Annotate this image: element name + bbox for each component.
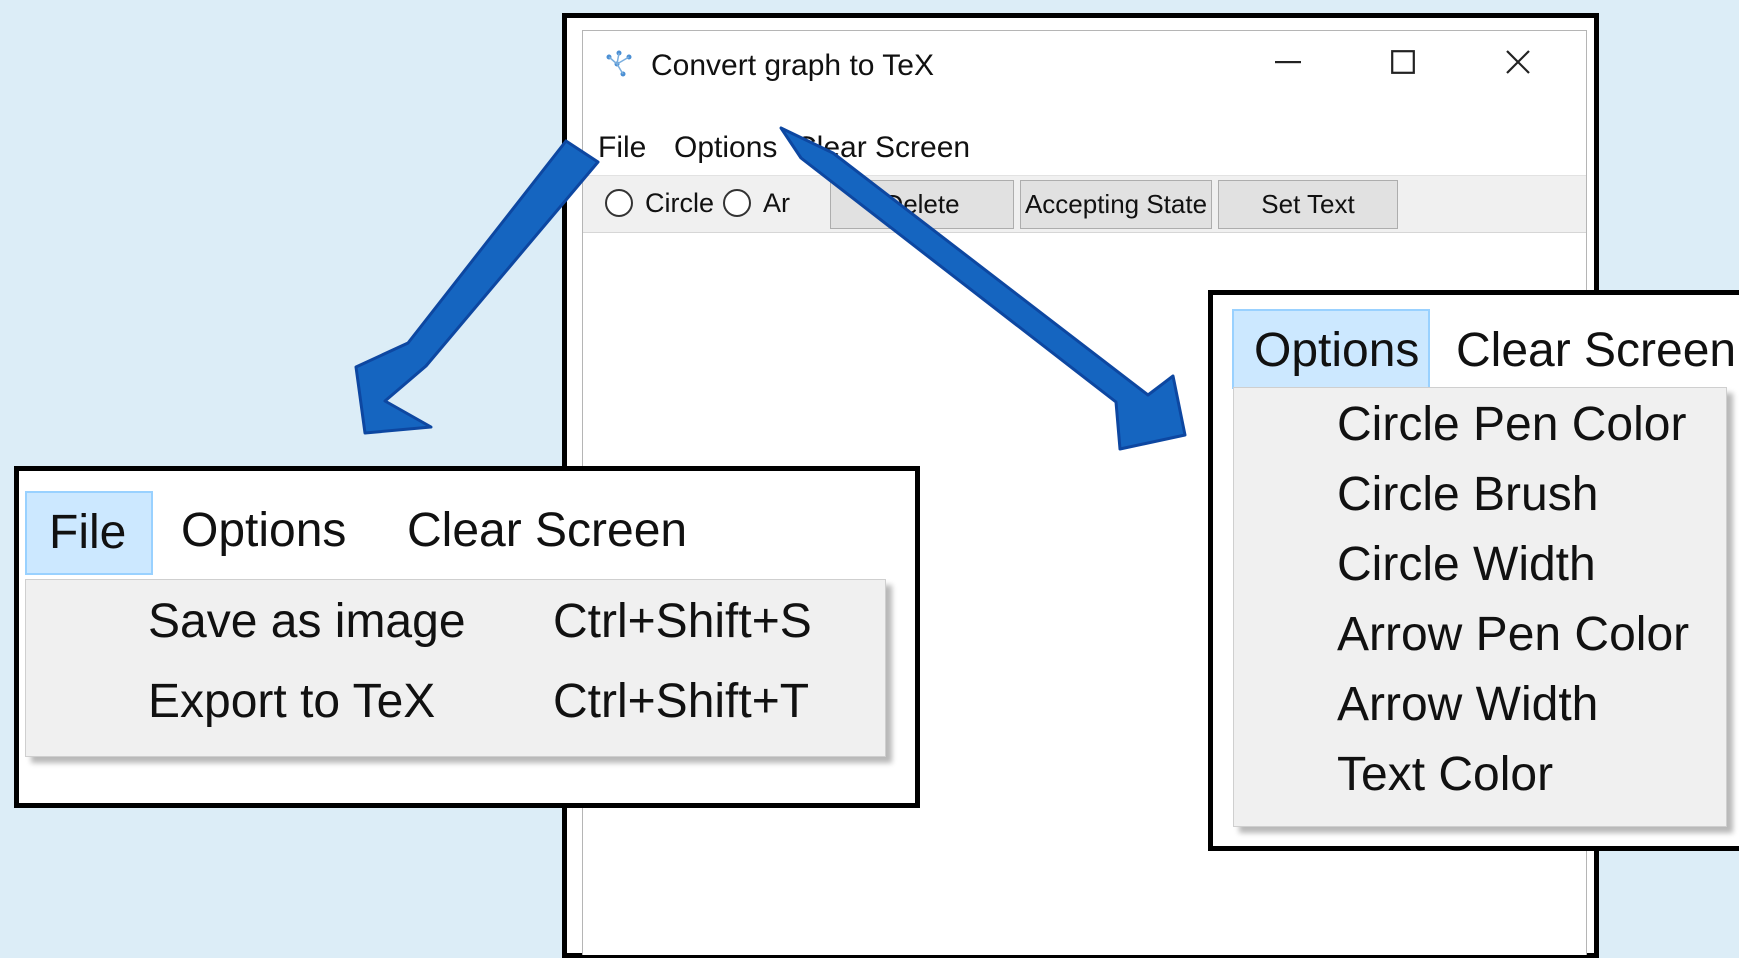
maximize-icon	[1391, 50, 1415, 74]
close-icon	[1506, 50, 1530, 74]
menu-item-export-to-tex[interactable]: Export to TeX Ctrl+Shift+T	[26, 664, 885, 744]
close-button[interactable]	[1488, 37, 1548, 87]
menu-item-shortcut: Ctrl+Shift+S	[553, 595, 812, 648]
circle-radio-label: Circle	[645, 188, 715, 218]
menu-item-label: Text Color	[1337, 748, 1554, 801]
arrow-radio-label: Ar	[763, 188, 790, 218]
minimize-icon	[1275, 61, 1301, 64]
menu-clear-screen[interactable]: Clear Screen	[1456, 323, 1736, 378]
menu-item-arrow-pen-color[interactable]: Arrow Pen Color	[1234, 600, 1726, 670]
minimize-button[interactable]	[1258, 37, 1318, 87]
menu-item-label: Arrow Width	[1337, 678, 1599, 731]
title-bar: Convert graph to TeX	[583, 31, 1586, 93]
set-text-button[interactable]: Set Text	[1218, 180, 1398, 229]
callout-menu-bar: File Options Clear Screen	[19, 471, 915, 581]
menu-item-circle-brush[interactable]: Circle Brush	[1234, 460, 1726, 530]
options-menu-callout: Options Clear Screen Circle Pen Color Ci…	[1208, 290, 1739, 851]
accepting-state-button[interactable]: Accepting State	[1020, 180, 1212, 229]
menu-bar: File Options Clear Screen	[583, 125, 1586, 173]
graph-app-icon	[603, 49, 635, 79]
menu-options[interactable]: Options	[674, 131, 777, 165]
delete-button[interactable]: Delete	[830, 180, 1014, 229]
window-title: Convert graph to TeX	[651, 49, 934, 82]
menu-item-save-as-image[interactable]: Save as image Ctrl+Shift+S	[26, 584, 885, 664]
menu-item-label: Arrow Pen Color	[1337, 608, 1690, 661]
menu-item-shortcut: Ctrl+Shift+T	[553, 675, 810, 728]
menu-file[interactable]: File	[598, 131, 646, 165]
menu-item-label: Save as image	[148, 595, 466, 648]
menu-item-label: Circle Width	[1337, 538, 1596, 591]
menu-file-highlighted[interactable]: File	[25, 491, 153, 575]
menu-options-label: Options	[1254, 324, 1420, 377]
menu-item-circle-pen-color[interactable]: Circle Pen Color	[1234, 390, 1726, 460]
toolbar: Circle Ar Delete Accepting State Set Tex…	[583, 175, 1586, 233]
menu-item-circle-width[interactable]: Circle Width	[1234, 530, 1726, 600]
menu-item-label: Circle Pen Color	[1337, 398, 1687, 451]
menu-clear-screen[interactable]: Clear Screen	[795, 131, 970, 165]
file-menu-callout: File Options Clear Screen Save as image …	[14, 466, 920, 808]
file-dropdown-menu: Save as image Ctrl+Shift+S Export to TeX…	[25, 579, 886, 757]
menu-clear-screen[interactable]: Clear Screen	[407, 503, 687, 558]
circle-radio[interactable]	[605, 189, 633, 217]
arrow-radio[interactable]	[723, 189, 751, 217]
menu-item-text-color[interactable]: Text Color	[1234, 740, 1726, 810]
menu-item-arrow-width[interactable]: Arrow Width	[1234, 670, 1726, 740]
menu-item-label: Circle Brush	[1337, 468, 1599, 521]
menu-options[interactable]: Options	[181, 503, 346, 558]
menu-item-label: Export to TeX	[148, 675, 436, 728]
menu-file-label: File	[49, 506, 127, 559]
menu-options-highlighted[interactable]: Options	[1232, 309, 1430, 389]
options-dropdown-menu: Circle Pen Color Circle Brush Circle Wid…	[1233, 387, 1727, 827]
maximize-button[interactable]	[1373, 37, 1433, 87]
